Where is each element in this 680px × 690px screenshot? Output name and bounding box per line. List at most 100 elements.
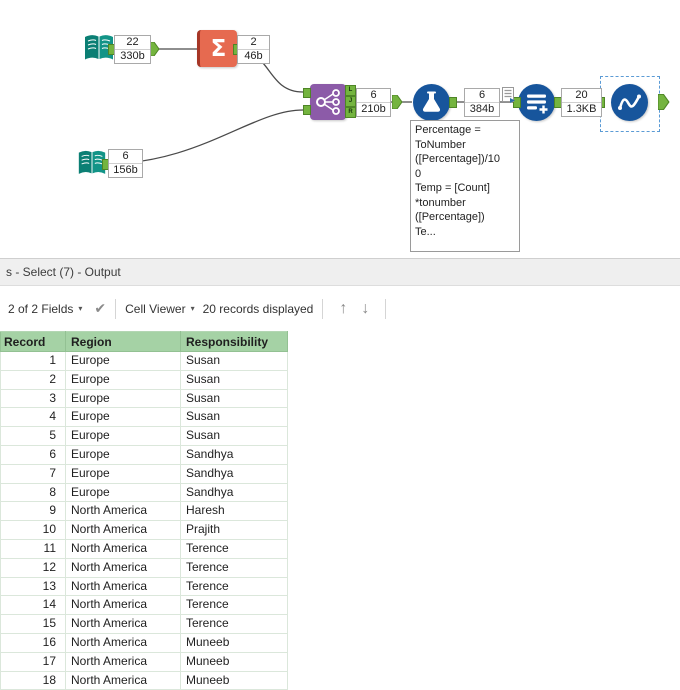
- join-output-anchor-j[interactable]: J: [345, 96, 356, 107]
- workflow-canvas[interactable]: 22 330b Σ 2 46b 6 156b L J R 6 210b 6 38…: [0, 0, 680, 258]
- fields-dropdown[interactable]: 2 of 2 Fields ▾: [8, 302, 82, 316]
- join-output-anchor-l[interactable]: L: [345, 85, 356, 96]
- table-cell[interactable]: Europe: [65, 351, 181, 371]
- formula-tool[interactable]: [413, 84, 450, 121]
- join-output-anchor-r[interactable]: R: [345, 107, 356, 118]
- table-row[interactable]: 7 Europe Sandhya: [0, 463, 288, 484]
- summarize-tool[interactable]: Σ: [197, 30, 237, 67]
- table-cell[interactable]: North America: [65, 557, 181, 578]
- table-cell[interactable]: Europe: [65, 426, 181, 446]
- table-cell[interactable]: Muneeb: [180, 632, 288, 653]
- table-cell[interactable]: Prajith: [180, 520, 288, 540]
- table-cell[interactable]: Europe: [65, 482, 181, 503]
- table-cell[interactable]: 6: [0, 444, 66, 465]
- table-cell[interactable]: 10: [0, 520, 66, 540]
- table-row[interactable]: 9 North America Haresh: [0, 501, 288, 522]
- table-cell[interactable]: 17: [0, 651, 66, 672]
- table-cell[interactable]: 18: [0, 670, 66, 690]
- table-cell[interactable]: 9: [0, 501, 66, 522]
- chevron-down-icon: ▾: [78, 304, 83, 313]
- table-cell[interactable]: Europe: [65, 407, 181, 428]
- table-row[interactable]: 14 North America Terence: [0, 595, 288, 616]
- table-cell[interactable]: 1: [0, 351, 66, 371]
- table-cell[interactable]: Europe: [65, 444, 181, 465]
- table-cell[interactable]: Muneeb: [180, 670, 288, 690]
- table-cell[interactable]: Terence: [180, 595, 288, 616]
- table-cell[interactable]: North America: [65, 632, 181, 653]
- annotation-formula[interactable]: 6 384b: [464, 88, 500, 117]
- table-row[interactable]: 10 North America Prajith: [0, 520, 288, 540]
- table-cell[interactable]: 3: [0, 388, 66, 409]
- table-cell[interactable]: Sandhya: [180, 444, 288, 465]
- table-cell[interactable]: Terence: [180, 557, 288, 578]
- table-cell[interactable]: Susan: [180, 351, 288, 371]
- table-cell[interactable]: 15: [0, 614, 66, 634]
- table-cell[interactable]: 14: [0, 595, 66, 616]
- table-cell[interactable]: North America: [65, 576, 181, 597]
- scroll-down-icon[interactable]: ↓: [361, 300, 369, 318]
- annotation-union[interactable]: 20 1.3KB: [561, 88, 602, 117]
- browse-tool[interactable]: [611, 84, 648, 121]
- column-header-responsibility[interactable]: Responsibility: [180, 331, 288, 352]
- column-header-record[interactable]: Record: [0, 331, 66, 352]
- table-cell[interactable]: North America: [65, 501, 181, 522]
- table-row[interactable]: 16 North America Muneeb: [0, 632, 288, 653]
- table-cell[interactable]: Susan: [180, 407, 288, 428]
- table-cell[interactable]: Europe: [65, 463, 181, 484]
- table-cell[interactable]: Haresh: [180, 501, 288, 522]
- apply-check-icon[interactable]: ✔: [94, 300, 106, 317]
- table-cell[interactable]: 2: [0, 369, 66, 390]
- table-row[interactable]: 13 North America Terence: [0, 576, 288, 597]
- table-row[interactable]: 18 North America Muneeb: [0, 670, 288, 690]
- table-cell[interactable]: 16: [0, 632, 66, 653]
- table-cell[interactable]: Europe: [65, 388, 181, 409]
- table-cell[interactable]: Sandhya: [180, 482, 288, 503]
- table-row[interactable]: 11 North America Terence: [0, 538, 288, 559]
- table-cell[interactable]: 4: [0, 407, 66, 428]
- table-cell[interactable]: North America: [65, 670, 181, 690]
- table-cell[interactable]: North America: [65, 595, 181, 616]
- annotation-summarize[interactable]: 2 46b: [237, 35, 270, 64]
- column-header-region[interactable]: Region: [65, 331, 181, 352]
- table-cell[interactable]: 8: [0, 482, 66, 503]
- table-row[interactable]: 2 Europe Susan: [0, 369, 288, 390]
- table-cell[interactable]: 5: [0, 426, 66, 446]
- table-cell[interactable]: North America: [65, 614, 181, 634]
- table-row[interactable]: 6 Europe Sandhya: [0, 444, 288, 465]
- table-cell[interactable]: Susan: [180, 426, 288, 446]
- table-cell[interactable]: Susan: [180, 369, 288, 390]
- table-cell[interactable]: Sandhya: [180, 463, 288, 484]
- join-tool[interactable]: [310, 84, 346, 120]
- join-input-anchor-left[interactable]: [303, 88, 311, 98]
- scroll-up-icon[interactable]: ↑: [339, 300, 347, 318]
- table-cell[interactable]: 11: [0, 538, 66, 559]
- table-row[interactable]: 15 North America Terence: [0, 614, 288, 634]
- table-cell[interactable]: Europe: [65, 369, 181, 390]
- table-cell[interactable]: North America: [65, 651, 181, 672]
- join-input-anchor-right[interactable]: [303, 105, 311, 115]
- annotation-input1[interactable]: 22 330b: [114, 35, 151, 64]
- table-row[interactable]: 8 Europe Sandhya: [0, 482, 288, 503]
- annotation-input2[interactable]: 6 156b: [108, 149, 143, 178]
- table-cell[interactable]: Susan: [180, 388, 288, 409]
- cell-viewer-dropdown[interactable]: Cell Viewer ▾: [125, 302, 194, 316]
- table-cell[interactable]: Terence: [180, 614, 288, 634]
- table-row[interactable]: 12 North America Terence: [0, 557, 288, 578]
- table-row[interactable]: 1 Europe Susan: [0, 351, 288, 371]
- table-cell[interactable]: Terence: [180, 576, 288, 597]
- table-row[interactable]: 17 North America Muneeb: [0, 651, 288, 672]
- union-tool[interactable]: [518, 84, 555, 121]
- table-cell[interactable]: 12: [0, 557, 66, 578]
- table-cell[interactable]: North America: [65, 520, 181, 540]
- output-arrow-icon[interactable]: [657, 93, 670, 115]
- table-cell[interactable]: North America: [65, 538, 181, 559]
- table-row[interactable]: 4 Europe Susan: [0, 407, 288, 428]
- annotation-join[interactable]: 6 210b: [356, 88, 391, 117]
- table-cell[interactable]: 7: [0, 463, 66, 484]
- output-anchor[interactable]: [449, 97, 457, 108]
- table-cell[interactable]: 13: [0, 576, 66, 597]
- table-cell[interactable]: Terence: [180, 538, 288, 559]
- table-cell[interactable]: Muneeb: [180, 651, 288, 672]
- table-row[interactable]: 5 Europe Susan: [0, 426, 288, 446]
- table-row[interactable]: 3 Europe Susan: [0, 388, 288, 409]
